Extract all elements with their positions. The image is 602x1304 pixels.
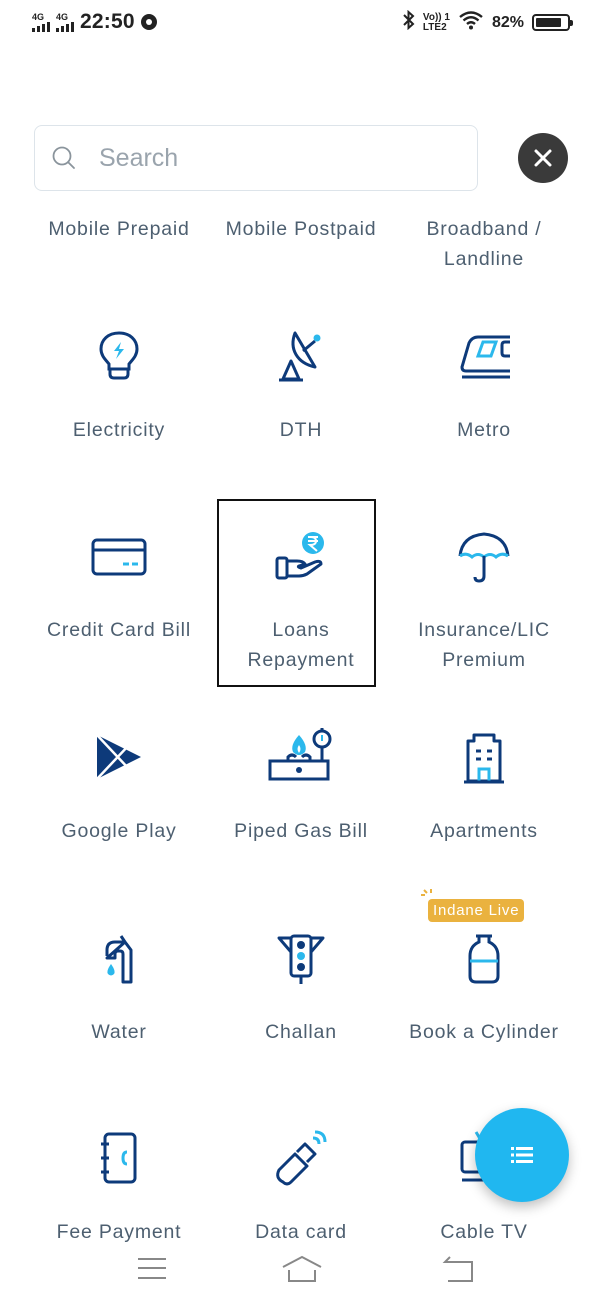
selection-highlight [217,499,376,687]
google-play-icon [89,727,149,787]
volte-icon: Vo)) 1 LTE2 [422,11,450,33]
usb-dongle-icon [271,1128,331,1188]
category-label: Cable TV [440,1221,528,1242]
sim1-network: 4G [32,11,45,22]
menu-button[interactable] [134,1254,170,1284]
category-label: Challan [265,1021,337,1043]
home-icon [282,1255,322,1282]
bluetooth-icon [403,9,415,35]
traffic-light-icon [271,928,331,988]
category-label: Mobile Prepaid [48,218,190,240]
close-icon [534,149,552,167]
menu-icon [138,1258,166,1279]
gas-cylinder-icon [454,928,514,988]
search-input[interactable] [99,143,439,173]
category-label: Water [91,1021,147,1043]
umbrella-icon [454,526,514,586]
category-label: Apartments [430,820,538,842]
back-icon [442,1256,473,1282]
category-label: Broadband / Landline [426,218,542,270]
chrome-icon [140,14,157,30]
water-tap-icon [89,928,149,988]
sim2-network: 4G [56,11,69,22]
search-icon [51,145,77,171]
category-label: Book a Cylinder [409,1021,559,1043]
back-button[interactable] [442,1254,478,1284]
building-icon [454,727,514,787]
wifi-icon [458,10,484,35]
category-label: Credit Card Bill [47,619,191,641]
notebook-icon [89,1128,149,1188]
satellite-dish-icon [271,325,331,385]
category-label: Electricity [72,419,166,441]
category-label: Data card [255,1221,347,1242]
category-label: Google Play [61,820,177,842]
lte-label: LTE2 [422,21,447,33]
list-view-button[interactable] [475,1108,569,1202]
gas-stove-icon [266,725,336,785]
navigation-bar [0,1242,602,1304]
category-label: Fee Payment [56,1221,182,1242]
bulb-icon [89,325,149,385]
battery-icon [532,14,573,31]
status-bar: 4G 4G 22:50 Vo)) 1 LTE2 82% [0,0,602,46]
category-label: Insurance/LIC Premium [418,619,550,671]
category-label: DTH [279,419,323,441]
category-label: Mobile Postpaid [225,218,377,240]
volte-label: Vo)) 1 [422,11,450,23]
metro-train-icon [454,325,514,385]
signal-icon: 4G [56,11,74,32]
close-button[interactable] [518,133,568,183]
home-button[interactable] [281,1254,323,1284]
category-label: Piped Gas Bill [234,820,368,842]
signal-icon: 4G [32,11,50,32]
battery-percent: 82% [491,13,524,31]
indane-live-badge: Indane Live [428,899,525,922]
list-icon [511,1147,533,1163]
search-box[interactable] [34,125,478,191]
clock: 22:50 [80,10,135,33]
category-label: Metro [457,419,511,441]
credit-card-icon [89,526,149,586]
partial-labels: Fee Payment Data card Cable TV [0,1196,602,1242]
